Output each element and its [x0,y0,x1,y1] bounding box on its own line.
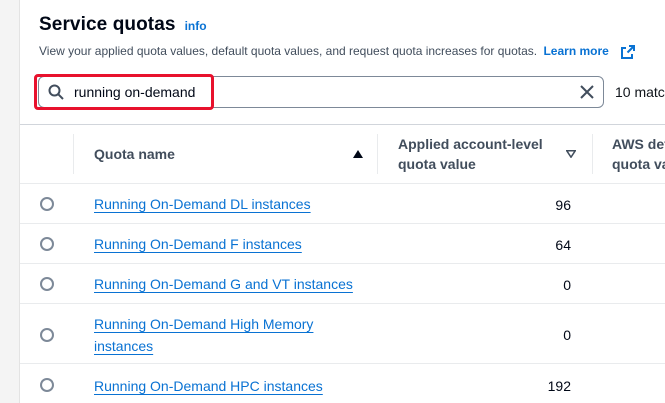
table-top-divider [20,124,665,125]
row-select-radio[interactable] [40,378,54,392]
section-header: Service quotas info [39,14,207,36]
row-divider [20,223,665,224]
column-separator [73,134,74,174]
column-header-aws-default[interactable]: AWS default quota value [612,134,665,174]
applied-quota-value: 64 [555,237,571,253]
column-header-label: AWS default [612,136,665,152]
quota-name-link[interactable]: Running On-Demand DL instances [94,193,311,215]
column-header-label: quota value [612,156,665,172]
column-header-label: quota value [398,156,476,172]
column-header-label: Applied account-level [398,136,543,152]
column-separator [377,134,378,174]
quota-name-link[interactable]: Running On-Demand HPC instances [94,375,323,397]
external-link-icon[interactable] [620,44,636,60]
quota-name-link[interactable]: Running On-Demand F instances [94,233,302,255]
row-select-radio[interactable] [40,277,54,291]
applied-quota-value: 0 [563,327,571,343]
applied-quota-value: 0 [563,277,571,293]
quota-name-link-line2[interactable]: instances [94,335,153,357]
quota-name-link[interactable]: Running On-Demand G and VT instances [94,273,353,295]
sort-ascending-icon[interactable] [353,150,363,158]
row-select-radio[interactable] [40,328,54,342]
column-header-quota-name[interactable]: Quota name [94,144,175,164]
info-link[interactable]: info [185,19,207,33]
column-separator [592,134,593,174]
clear-icon[interactable] [579,84,595,100]
applied-quota-value: 96 [555,197,571,213]
row-divider [20,263,665,264]
description-text: View your applied quota values, default … [39,44,538,58]
column-header-applied-value[interactable]: Applied account-level quota value [398,134,543,174]
row-select-radio[interactable] [40,237,54,251]
row-select-radio[interactable] [40,197,54,211]
match-count: 10 matches [615,84,665,100]
row-divider [20,303,665,304]
side-panel-edge [0,0,20,403]
row-divider [20,363,665,364]
learn-more-link[interactable]: Learn more [543,44,608,58]
column-header-label: Quota name [94,146,175,162]
section-description: View your applied quota values, default … [39,44,609,58]
highlight-annotation [34,74,214,110]
sort-descending-icon[interactable] [566,150,576,158]
applied-quota-value: 192 [547,378,571,394]
row-divider [20,183,665,184]
page-title: Service quotas [39,14,176,35]
quota-name-link-line1[interactable]: Running On-Demand High Memory [94,313,313,335]
